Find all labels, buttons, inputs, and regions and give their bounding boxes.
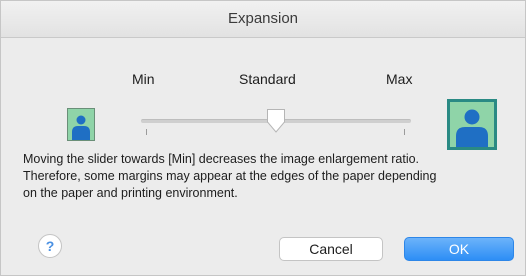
slider-label-min: Min (132, 71, 155, 87)
slider-tick-max (404, 129, 405, 135)
help-button[interactable]: ? (38, 234, 62, 258)
person-large-icon (447, 99, 497, 150)
description-line: Moving the slider towards [Min] decrease… (23, 152, 420, 166)
cancel-button[interactable]: Cancel (279, 237, 383, 261)
expansion-slider[interactable] (141, 106, 411, 142)
person-small-icon (67, 108, 95, 141)
slider-tick-min (146, 129, 147, 135)
description-line: on the paper and printing environment. (23, 186, 238, 200)
slider-label-max: Max (386, 71, 413, 87)
slider-label-standard: Standard (239, 71, 296, 87)
expansion-dialog: Expansion Min Standard Max Moving the sl… (0, 0, 526, 276)
ok-button[interactable]: OK (404, 237, 514, 261)
description-line: Therefore, some margins may appear at th… (23, 169, 437, 183)
window-title: Expansion (1, 1, 525, 38)
slider-thumb[interactable] (266, 108, 286, 134)
description-text: Moving the slider towards [Min] decrease… (23, 151, 513, 202)
